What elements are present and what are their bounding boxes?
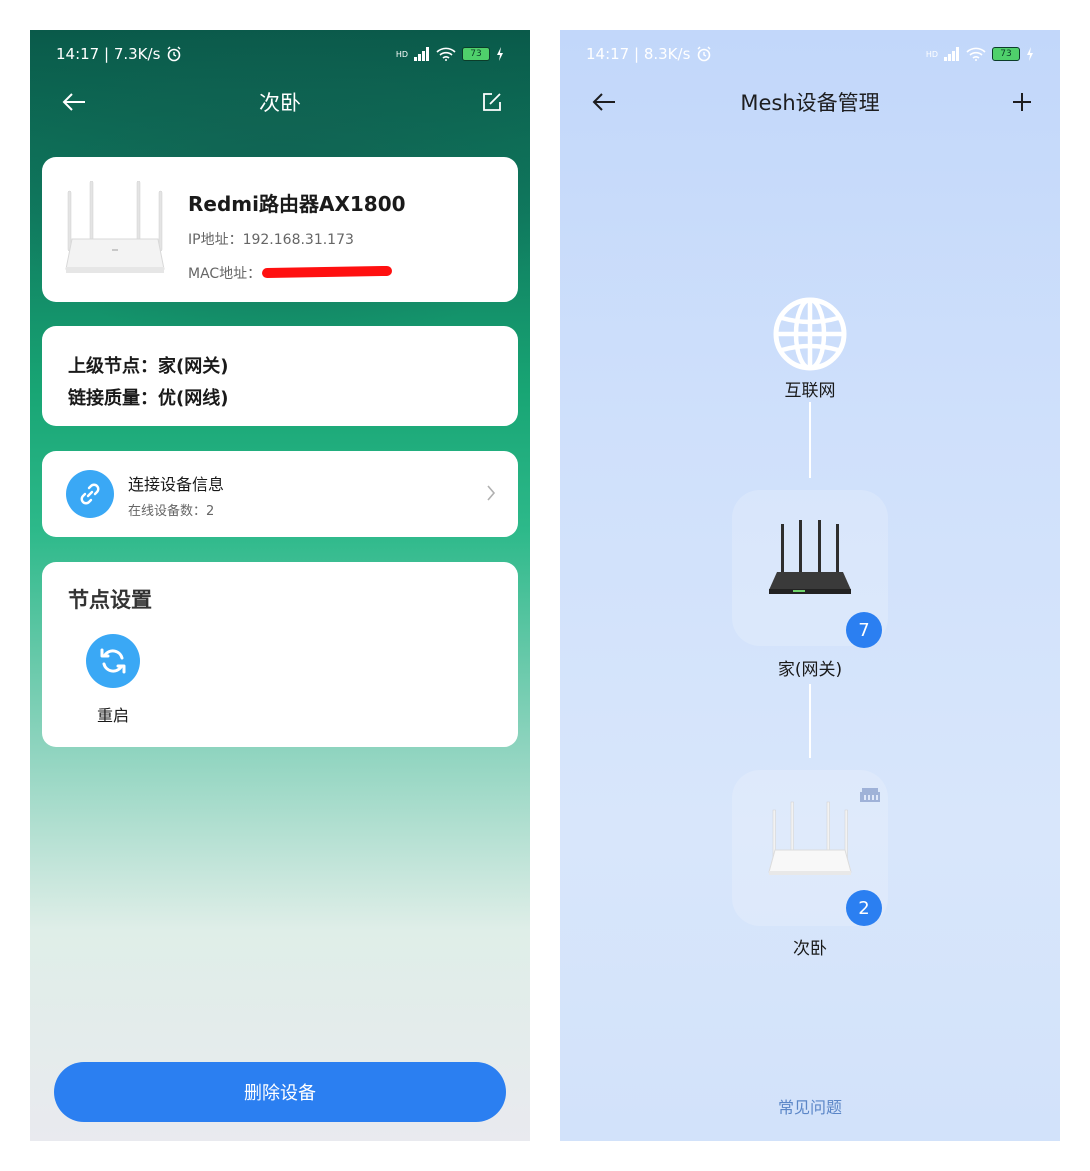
- ip-address-row: IP地址：192.168.31.173: [188, 229, 354, 249]
- nav-bar: Mesh设备管理: [560, 82, 1060, 122]
- page-title: Mesh设备管理: [740, 91, 880, 115]
- gateway-device-count-badge: 7: [846, 612, 882, 648]
- node-settings-title: 节点设置: [68, 588, 152, 612]
- connection-line: [809, 402, 811, 478]
- bedroom-label: 次卧: [793, 939, 827, 959]
- upper-node-text: 上级节点：家(网关): [68, 356, 229, 377]
- alarm-icon: [697, 46, 711, 62]
- bedroom-device-count-badge: 2: [846, 890, 882, 926]
- bedroom-router-image: [768, 801, 852, 875]
- add-device-button[interactable]: [1008, 88, 1036, 116]
- connected-devices-title: 连接设备信息: [128, 475, 225, 494]
- refresh-icon: [100, 648, 126, 674]
- mac-label: MAC地址：: [188, 266, 262, 282]
- signal-icon: [414, 47, 429, 61]
- nav-bar: 次卧: [30, 82, 530, 122]
- hd-label: HD: [925, 49, 938, 59]
- back-button[interactable]: [60, 88, 88, 116]
- back-arrow-icon: [592, 93, 615, 111]
- restart-label: 重启: [96, 706, 129, 725]
- node-status-card: 上级节点：家(网关) 链接质量：优(网线): [42, 326, 518, 426]
- alarm-icon: [167, 46, 181, 62]
- edit-button[interactable]: [478, 88, 506, 116]
- wifi-icon: [436, 47, 456, 61]
- signal-icon: [944, 47, 959, 61]
- mesh-management-screen: 14:17 | 8.3K/s HD 73 Mesh设备管理 互联网 7 家(网关…: [560, 30, 1060, 1141]
- internet-label: 互联网: [784, 381, 836, 401]
- node-settings-card: 节点设置 重启: [42, 562, 518, 747]
- faq-link[interactable]: 常见问题: [710, 1094, 910, 1118]
- ethernet-icon: [860, 788, 880, 802]
- ip-value: 192.168.31.173: [242, 232, 354, 248]
- battery-icon: 73: [462, 47, 490, 61]
- link-icon: [66, 470, 114, 518]
- restart-button[interactable]: [86, 634, 140, 688]
- hd-label: HD: [395, 49, 408, 59]
- page-title: 次卧: [259, 91, 301, 115]
- charging-icon: [497, 47, 503, 61]
- charging-icon: [1027, 47, 1033, 61]
- connected-devices-row[interactable]: 连接设备信息 在线设备数：2: [42, 451, 518, 537]
- wifi-icon: [966, 47, 986, 61]
- link-quality-text: 链接质量：优(网线): [68, 388, 229, 409]
- battery-icon: 73: [992, 47, 1020, 61]
- status-time: 14:17 | 8.3K/s: [586, 45, 691, 63]
- node-detail-screen: 14:17 | 7.3K/s HD 73 次卧 Redmi路由器AX1800 I…: [30, 30, 530, 1141]
- plus-icon: [1013, 93, 1031, 111]
- gateway-label: 家(网关): [777, 660, 843, 680]
- device-name: Redmi路由器AX1800: [188, 192, 406, 216]
- connection-line: [809, 684, 811, 758]
- router-image: [65, 181, 165, 273]
- edit-icon: [483, 93, 501, 111]
- back-button[interactable]: [590, 88, 618, 116]
- delete-device-button[interactable]: 删除设备: [54, 1062, 506, 1122]
- status-bar: 14:17 | 8.3K/s HD 73: [586, 42, 1034, 66]
- status-time: 14:17 | 7.3K/s: [56, 45, 161, 63]
- mac-address-row: MAC地址：: [188, 263, 261, 283]
- mac-redaction-mark: [261, 265, 393, 279]
- online-devices-count: 在线设备数：2: [128, 504, 215, 519]
- gateway-router-image: [769, 520, 851, 594]
- globe-icon: [773, 297, 847, 371]
- back-arrow-icon: [62, 93, 85, 111]
- status-bar: 14:17 | 7.3K/s HD 73: [56, 42, 504, 66]
- ip-label: IP地址：: [188, 232, 243, 248]
- chevron-right-icon: [487, 485, 496, 501]
- device-info-card: Redmi路由器AX1800 IP地址：192.168.31.173 MAC地址…: [42, 157, 518, 302]
